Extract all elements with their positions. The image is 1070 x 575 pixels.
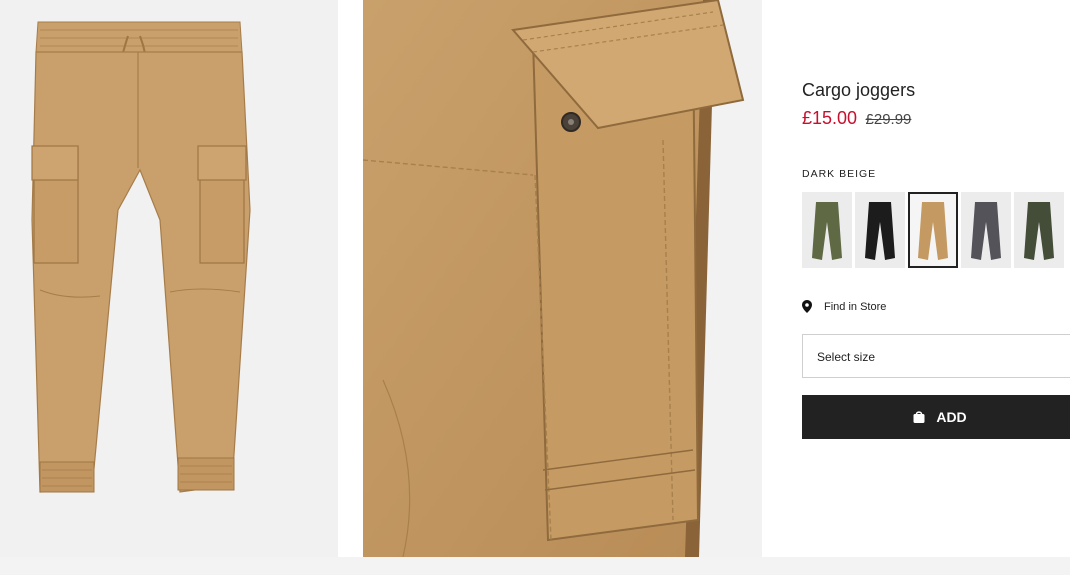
color-swatch-khaki[interactable] [802,192,852,268]
color-swatch-dark-beige[interactable] [908,192,958,268]
sale-price: £15.00 [802,108,858,128]
find-in-store-label: Find in Store [824,300,887,313]
cargo-joggers-front-picture [0,0,338,557]
color-swatch-black[interactable] [855,192,905,268]
selected-color-label: DARK BEIGE [802,168,877,180]
grey-joggers-thumbnail [971,202,1001,260]
location-pin-icon [802,300,812,313]
product-image-main[interactable] [0,0,338,557]
color-swatch-dark-green[interactable] [1014,192,1064,268]
product-title: Cargo joggers [802,80,916,100]
original-price: £29.99 [865,111,912,128]
size-select-placeholder: Select size [817,350,876,364]
color-swatch-list [802,192,1070,270]
cargo-pocket-closeup-picture [362,0,762,558]
find-in-store-link[interactable]: Find in Store [802,300,886,313]
size-select[interactable]: Select size [802,334,1070,378]
shopping-bag-icon [913,411,925,423]
bottom-strip [0,557,1070,575]
color-swatch-dark-grey[interactable] [961,192,1011,268]
green-joggers-thumbnail [1024,202,1054,260]
beige-joggers-thumbnail [918,202,948,260]
add-to-bag-button[interactable]: ADD [802,395,1070,439]
black-joggers-thumbnail [865,202,895,260]
product-info-panel: Cargo joggers £15.00 £29.99 DARK BEIGE F… [802,0,1070,557]
add-button-label: ADD [936,409,967,425]
khaki-joggers-thumbnail [812,202,842,260]
price-row: £15.00 £29.99 [802,108,911,129]
product-image-detail[interactable] [362,0,762,558]
